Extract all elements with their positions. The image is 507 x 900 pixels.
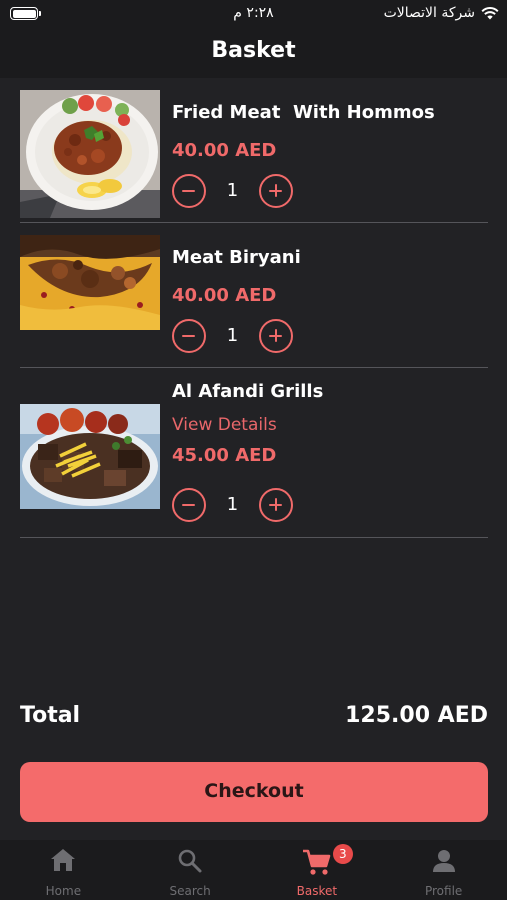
increase-quantity-button[interactable] — [259, 174, 293, 208]
increase-quantity-button[interactable] — [259, 319, 293, 353]
decrease-quantity-button[interactable] — [172, 174, 206, 208]
increase-quantity-button[interactable] — [259, 488, 293, 522]
profile-icon — [431, 848, 457, 878]
quantity-stepper: 1 — [172, 174, 294, 208]
view-details-link[interactable]: View Details — [172, 415, 277, 435]
tab-bar: Home Search 3 Basket Profile — [0, 840, 507, 900]
tab-search[interactable]: Search — [127, 840, 254, 900]
item-name: Fried Meat With Hommos — [172, 102, 435, 123]
nav-bar: Basket — [0, 30, 507, 78]
item-price: 45.00 AED — [172, 445, 277, 466]
item-price: 40.00 AED — [172, 285, 277, 306]
total-value: 125.00 AED — [345, 703, 488, 728]
item-quantity: 1 — [226, 325, 239, 346]
quantity-stepper: 1 — [172, 488, 294, 522]
decrease-quantity-button[interactable] — [172, 488, 206, 522]
status-right: شركة الاتصالات — [384, 5, 499, 21]
cart-count-badge: 3 — [332, 844, 353, 864]
search-icon — [177, 848, 203, 878]
item-name: Meat Biryani — [172, 247, 301, 268]
item-image — [20, 90, 160, 218]
wifi-icon — [481, 6, 499, 20]
item-quantity: 1 — [226, 494, 239, 515]
tab-label: Basket — [296, 884, 338, 898]
tab-label: Profile — [424, 884, 463, 898]
tab-basket[interactable]: 3 Basket — [254, 840, 381, 900]
item-name: Al Afandi Grills — [172, 381, 324, 402]
quantity-stepper: 1 — [172, 319, 294, 353]
basket-list: Fried Meat With Hommos 40.00 AED 1 Meat … — [20, 78, 488, 538]
total-label: Total — [20, 703, 81, 728]
total-row: Total 125.00 AED — [20, 703, 488, 735]
cart-icon: 3 — [302, 844, 353, 880]
carrier-name: شركة الاتصالات — [383, 5, 475, 21]
home-icon — [50, 848, 76, 876]
status-bar: ٢:٢٨ م شركة الاتصالات — [0, 0, 507, 30]
page-title: Basket — [211, 38, 296, 63]
checkout-button[interactable]: Checkout — [20, 762, 488, 822]
tab-label: Home — [45, 884, 82, 898]
tab-home[interactable]: Home — [0, 840, 127, 900]
item-price: 40.00 AED — [172, 140, 277, 161]
basket-item: Meat Biryani 40.00 AED 1 — [20, 223, 488, 368]
basket-item: Fried Meat With Hommos 40.00 AED 1 — [20, 78, 488, 223]
basket-item: Al Afandi Grills View Details 45.00 AED … — [20, 368, 488, 538]
tab-label: Search — [169, 884, 211, 898]
tab-profile[interactable]: Profile — [380, 840, 507, 900]
decrease-quantity-button[interactable] — [172, 319, 206, 353]
item-image — [20, 404, 160, 509]
item-quantity: 1 — [226, 180, 239, 201]
item-image — [20, 235, 160, 330]
